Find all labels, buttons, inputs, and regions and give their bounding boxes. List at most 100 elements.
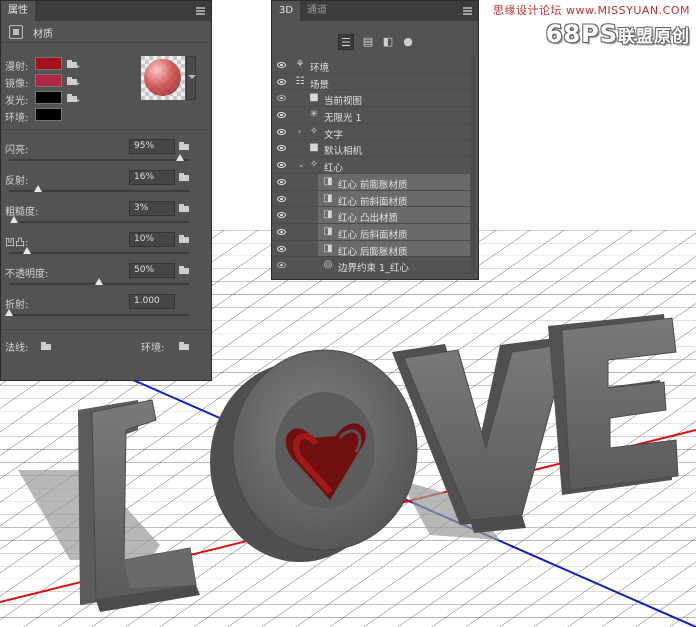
reflection-value-field[interactable]: 16% <box>129 170 175 185</box>
watermark-logo: 68PS联盟原创 <box>493 20 690 48</box>
tree-row[interactable]: ◨ 红心 凸出材质 <box>272 207 472 224</box>
divider <box>1 329 211 330</box>
tree-row-label: 无限光 1 <box>324 113 362 125</box>
visibility-eye-icon[interactable] <box>277 245 286 252</box>
refraction-value-field[interactable]: 1.000 <box>129 294 175 309</box>
material-filter-icon[interactable]: ◧ <box>380 34 396 50</box>
folder-icon[interactable] <box>67 60 77 68</box>
panel-menu-icon[interactable] <box>463 7 472 15</box>
visibility-eye-icon[interactable] <box>277 95 286 102</box>
tree-row[interactable]: ■ 当前视图 <box>272 90 472 107</box>
opacity-slider-row: 不透明度: 50% <box>5 263 205 293</box>
tree-row[interactable]: ◨ 红心 后膨胀材质 <box>272 240 472 258</box>
folder-icon[interactable] <box>41 342 51 350</box>
camera-icon: ■ <box>309 92 319 104</box>
3d-filter-toolbar: ☰ ▤ ◧ ● <box>272 32 478 54</box>
visibility-eye-icon[interactable] <box>277 162 286 169</box>
folder-icon[interactable] <box>179 235 189 243</box>
folder-icon[interactable] <box>179 266 189 274</box>
shine-slider-row: 闪亮: 95% <box>5 139 205 169</box>
shine-slider-track[interactable] <box>9 159 189 161</box>
visibility-eye-icon[interactable] <box>277 228 286 235</box>
properties-header-label: 材质 <box>33 29 53 40</box>
bump-slider-track[interactable] <box>9 252 189 254</box>
roughness-slider-knob[interactable] <box>10 216 19 223</box>
light-filter-icon[interactable]: ● <box>400 34 416 50</box>
scrollbar[interactable] <box>471 57 476 273</box>
shine-value-field[interactable]: 95% <box>129 139 175 154</box>
tree-row[interactable]: ◨ 红心 前膨胀材质 <box>272 173 472 191</box>
panel-menu-icon[interactable] <box>196 7 205 15</box>
tree-row[interactable]: › ✧ 文字 <box>272 124 472 141</box>
opacity-value-field[interactable]: 50% <box>129 263 175 278</box>
expand-chevron-right-icon[interactable]: › <box>298 127 301 136</box>
tree-row[interactable]: ■ 默认相机 <box>272 140 472 157</box>
material-icon: ◨ <box>323 192 333 204</box>
shine-label: 闪亮: <box>5 145 29 156</box>
diffuse-color-swatch[interactable] <box>35 57 62 70</box>
expand-chevron-down-icon[interactable]: ⌄ <box>298 160 305 169</box>
opacity-slider-knob[interactable] <box>95 278 103 285</box>
reflection-label: 反射: <box>5 176 29 187</box>
refraction-slider-knob[interactable] <box>5 309 13 316</box>
watermark: 思缘设计论坛 www.MISSYUAN.COM 68PS联盟原创 <box>493 2 690 48</box>
tree-row[interactable]: ◨ 红心 后斜面材质 <box>272 223 472 241</box>
caret-icon: ▸ <box>77 80 81 87</box>
folder-icon[interactable] <box>67 77 77 85</box>
tree-row[interactable]: ☷ 场景 <box>272 74 472 91</box>
tree-row-label: 红心 前斜面材质 <box>338 196 408 208</box>
material-icon: ◨ <box>323 175 333 187</box>
tab-3d[interactable]: 3D <box>272 1 301 21</box>
mesh-filter-icon[interactable]: ▤ <box>360 34 376 50</box>
material-preview[interactable] <box>141 56 185 100</box>
visibility-eye-icon[interactable] <box>277 178 286 185</box>
specular-color-swatch[interactable] <box>35 74 62 87</box>
refraction-slider-track[interactable] <box>9 314 189 316</box>
visibility-eye-icon[interactable] <box>277 195 286 202</box>
visibility-eye-icon[interactable] <box>277 112 286 119</box>
illumination-color-swatch[interactable] <box>35 91 62 104</box>
visibility-eye-icon[interactable] <box>277 78 286 85</box>
camera-icon: ■ <box>309 142 319 154</box>
tree-row-label: 红心 <box>324 163 344 175</box>
folder-icon[interactable] <box>179 342 189 350</box>
properties-panel: 属性 材质 漫射: ▸ 镜像: ▸ 发光: ▸ 环境: 闪亮: 95% 反射: … <box>0 0 212 381</box>
tree-row[interactable]: ◨ 红心 前斜面材质 <box>272 190 472 208</box>
mesh-icon: ✧ <box>309 125 319 137</box>
tree-row[interactable]: ⚘ 环境 <box>272 57 472 74</box>
tree-row[interactable]: ✳ 无限光 1 <box>272 107 472 124</box>
tree-row[interactable]: ⌄ ✧ 红心 <box>272 157 472 174</box>
roughness-slider-row: 粗糙度: 3% <box>5 201 205 231</box>
normal-label: 法线: <box>5 343 29 354</box>
ambient-color-swatch[interactable] <box>35 108 62 121</box>
tree-row[interactable]: ◎ 边界约束 1_红心 <box>272 257 472 274</box>
visibility-eye-icon[interactable] <box>277 262 286 269</box>
folder-icon[interactable] <box>179 173 189 181</box>
tree-row-label: 红心 前膨胀材质 <box>338 179 408 191</box>
tree-row-label: 场景 <box>310 79 330 91</box>
reflection-slider-knob[interactable] <box>33 185 42 192</box>
whole-scene-filter-icon[interactable]: ☰ <box>338 34 354 50</box>
roughness-slider-track[interactable] <box>9 221 189 223</box>
visibility-eye-icon[interactable] <box>277 62 286 68</box>
material-icon: ◨ <box>323 225 333 237</box>
bump-value-field[interactable]: 10% <box>129 232 175 247</box>
visibility-eye-icon[interactable] <box>277 212 286 219</box>
folder-icon[interactable] <box>67 94 77 102</box>
tree-row-label: 红心 后斜面材质 <box>338 229 408 241</box>
folder-icon[interactable] <box>179 204 189 212</box>
tab-channels[interactable]: 通道 <box>300 1 334 21</box>
bump-slider-knob[interactable] <box>23 247 31 254</box>
properties-tabbar: 属性 <box>1 1 211 21</box>
caret-icon: ▸ <box>77 97 81 104</box>
environment-icon: ⚘ <box>295 59 305 70</box>
tree-row-label: 文字 <box>324 129 344 141</box>
material-preview-dropdown[interactable] <box>186 56 196 100</box>
tab-properties[interactable]: 属性 <box>1 1 35 21</box>
shine-slider-knob[interactable] <box>176 154 184 161</box>
roughness-value-field[interactable]: 3% <box>129 201 175 216</box>
material-icon: ◨ <box>323 209 333 221</box>
folder-icon[interactable] <box>179 142 189 150</box>
visibility-eye-icon[interactable] <box>277 145 286 152</box>
visibility-eye-icon[interactable] <box>277 128 286 135</box>
